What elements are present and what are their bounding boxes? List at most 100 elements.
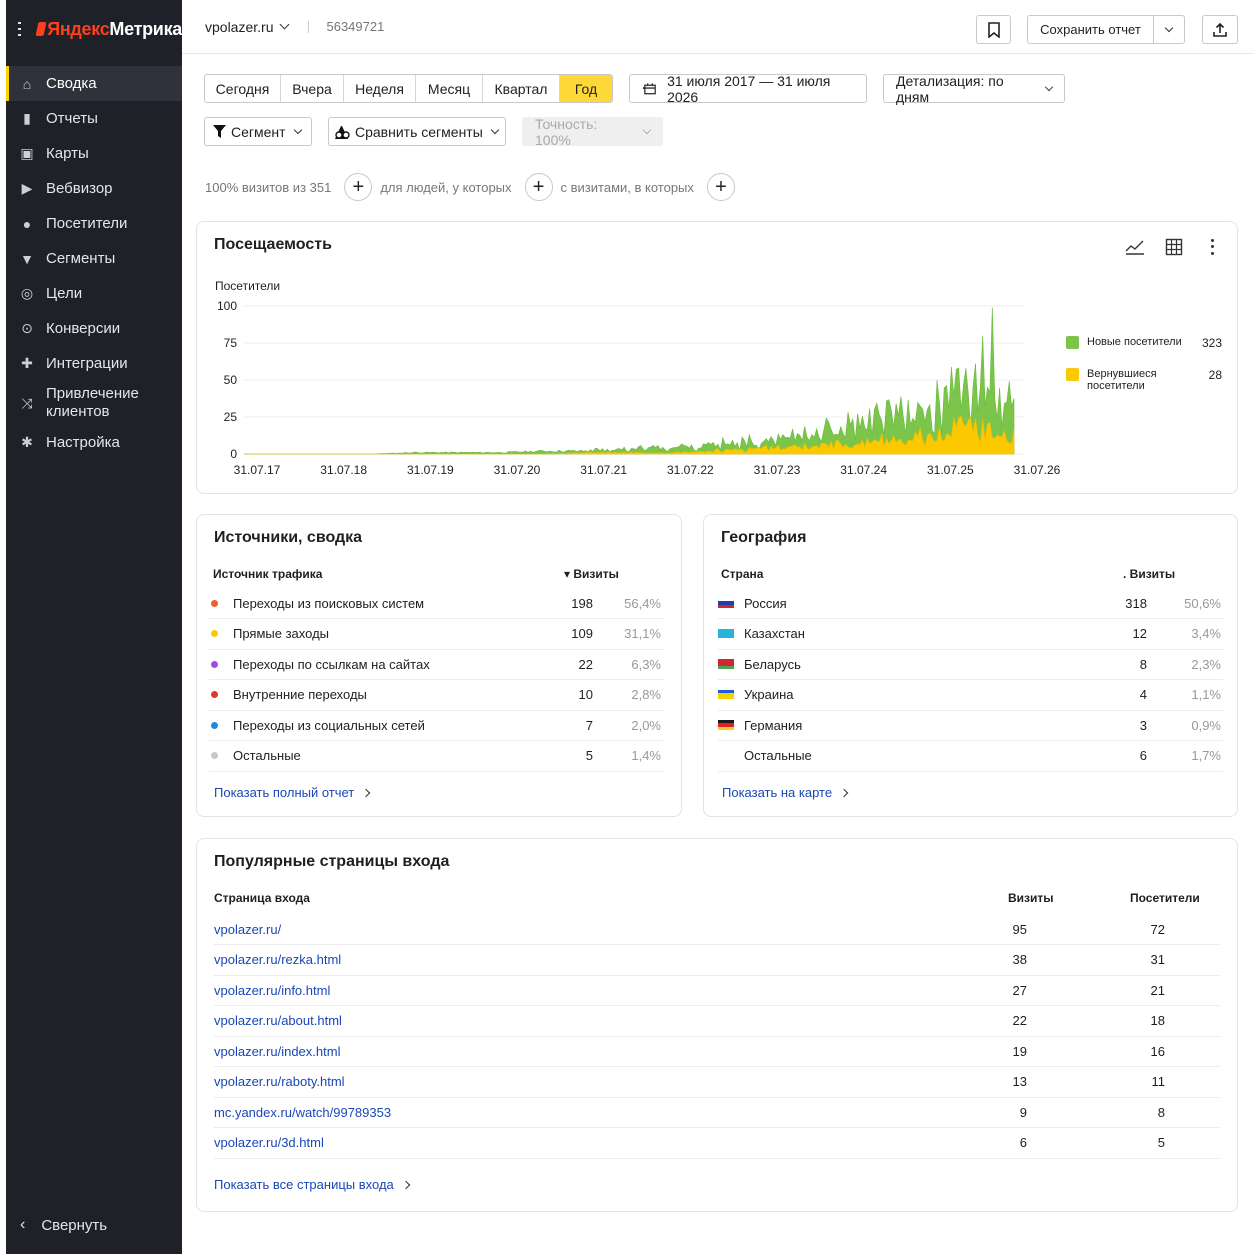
x-tick-label: 31.07.24 [840,463,887,477]
accuracy-dropdown[interactable]: Точность: 100% [522,116,663,148]
export-button[interactable] [1202,15,1238,44]
entry-page-link[interactable]: vpolazer.ru/raboty.html [214,1074,345,1089]
sidebar-item-10[interactable]: ✱ Настройка [6,425,182,460]
x-tick-label: 31.07.20 [494,463,541,477]
entry-page-link[interactable]: vpolazer.ru/index.html [214,1044,340,1059]
chevron-down-icon [490,125,500,134]
sidebar-item-3[interactable]: ▶ Вебвизор [6,171,182,206]
country-row[interactable]: Россия 318 50,6% [718,588,1223,619]
bookmark-button[interactable] [976,15,1011,44]
period-4[interactable]: Квартал [483,75,560,102]
detail-dropdown[interactable]: Детализация: по дням [883,72,1065,105]
sidebar-item-5[interactable]: ▼ Сегменты [6,241,182,276]
sidebar-item-8[interactable]: ✚ Интеграции [6,346,182,381]
entry-page-link[interactable]: vpolazer.ru/ [214,922,281,937]
entry-page-link[interactable]: vpolazer.ru/info.html [214,983,330,998]
country-visits: 3 [1139,717,1147,733]
entry-page-visitors: 8 [1157,1104,1165,1120]
chevron-left-icon: ‹ [20,1216,26,1233]
legend-swatch[interactable] [1066,368,1079,381]
sidebar-item-label: Интеграции [46,355,128,372]
sidebar-item-9[interactable]: ⤨ Привлечение клиентов [6,381,182,425]
entry-page-link[interactable]: vpolazer.ru/about.html [214,1013,342,1028]
logo-metrika: Метрика [109,18,182,39]
source-color-dot [211,691,218,698]
entry-page-link[interactable]: vpolazer.ru/rezka.html [214,952,341,967]
country-name: Казахстан [744,626,805,641]
col-page-visits[interactable]: Визиты [1008,891,1054,905]
sidebar-item-7[interactable]: ⊙ Конверсии [6,311,182,346]
show-full-report-link[interactable]: Показать полный отчет [214,785,371,800]
source-row[interactable]: Переходы из поисковых систем 198 56,4% [209,588,665,619]
sidebar-item-label: Конверсии [46,320,121,337]
period-3[interactable]: Месяц [416,75,483,102]
country-flag-icon [718,689,734,700]
collapse-button[interactable]: ‹ Свернуть [20,1216,107,1234]
country-row[interactable]: Германия 3 0,9% [718,710,1223,741]
period-2[interactable]: Неделя [344,75,416,102]
counter-id: 56349721 [326,19,385,34]
y-tick-label: 25 [224,410,238,424]
show-all-pages-label: Показать все страницы входа [214,1177,394,1192]
bookmark-icon [987,21,1000,38]
period-1[interactable]: Вчера [281,75,344,102]
entry-page-link[interactable]: mc.yandex.ru/watch/99789353 [214,1105,391,1120]
entry-page-visits: 38 [1012,952,1027,967]
add-filter-button[interactable]: + [344,173,373,201]
add-people-filter-button[interactable]: + [524,173,553,201]
period-5[interactable]: Год [560,75,612,102]
show-all-pages-link[interactable]: Показать все страницы входа [214,1177,411,1192]
share-icon: ⤨ [21,395,33,411]
country-name: Украина [744,687,794,702]
save-report-button[interactable]: Сохранить отчет [1027,15,1154,44]
period-0[interactable]: Сегодня [205,75,281,102]
source-percent: 2,8% [631,687,661,702]
entry-page-link[interactable]: vpolazer.ru/3d.html [214,1135,324,1150]
source-row[interactable]: Переходы по ссылкам на сайтах 22 6,3% [209,649,665,680]
sidebar-item-6[interactable]: ◎ Цели [6,276,182,311]
col-page-visitors[interactable]: Посетители [1130,891,1200,905]
source-percent: 56,4% [624,595,661,611]
country-row[interactable]: Украина 4 1,1% [718,680,1223,711]
country-percent: 2,3% [1191,656,1221,672]
date-range-button[interactable]: 31 июля 2017 — 31 июля 2026 [629,73,867,105]
col-geo-visits[interactable]: . Визиты [1123,567,1175,581]
logo[interactable]: Яндекс Метрика [35,18,182,40]
traffic-card: Посещаемость Посетители 0 25 50 75 100 31.07.1… [196,221,1238,494]
sidebar-item-4[interactable]: ● Посетители [6,206,182,241]
country-name: Россия [744,595,787,611]
country-flag-icon [718,720,734,730]
sidebar-item-2[interactable]: ▣ Карты [6,136,182,171]
entry-page-visitors: 31 [1150,952,1165,967]
country-visits: 12 [1132,626,1147,641]
compare-segments-button[interactable]: Сравнить сегменты [328,117,506,146]
source-row[interactable]: Прямые заходы 109 31,1% [209,619,665,650]
entry-page-row: vpolazer.ru/rezka.html 38 31 [214,945,1220,976]
menu-icon[interactable] [18,22,22,36]
home-icon: ⌂ [22,75,32,92]
sidebar-item-0[interactable]: ⌂ Сводка [6,66,182,101]
country-row[interactable]: Беларусь 8 2,3% [718,649,1223,680]
legend-label: Вернувшиеся посетители [1087,368,1157,392]
source-row[interactable]: Внутренние переходы 10 2,8% [209,680,665,711]
sidebar-item-label: Сегменты [46,250,116,267]
save-report-dropdown[interactable] [1153,15,1185,44]
col-visits-sort[interactable]: ▾ Визиты [564,567,619,581]
sidebar-item-1[interactable]: ▮ Отчеты [6,101,182,136]
add-visits-filter-button[interactable]: + [706,173,735,201]
entry-page-visitors: 11 [1151,1074,1166,1089]
site-selector[interactable]: vpolazer.ru [205,19,290,35]
entry-page-visitors: 16 [1150,1043,1165,1059]
funnel-icon [213,125,226,138]
x-tick-label: 31.07.18 [320,463,367,477]
divider [308,20,310,33]
source-row[interactable]: Переходы из социальных сетей 7 2,0% [209,710,665,741]
source-row[interactable]: Остальные 5 1,4% [209,741,665,772]
segment-button[interactable]: Сегмент [204,117,312,146]
legend-swatch[interactable] [1066,336,1079,349]
detail-label: Детализация: по дням [896,72,1004,105]
country-row[interactable]: Казахстан 12 3,4% [718,619,1223,650]
country-row[interactable]: Остальные 6 1,7% [718,741,1223,772]
show-on-map-link[interactable]: Показать на карте [722,785,849,800]
country-flag-icon [718,628,734,639]
